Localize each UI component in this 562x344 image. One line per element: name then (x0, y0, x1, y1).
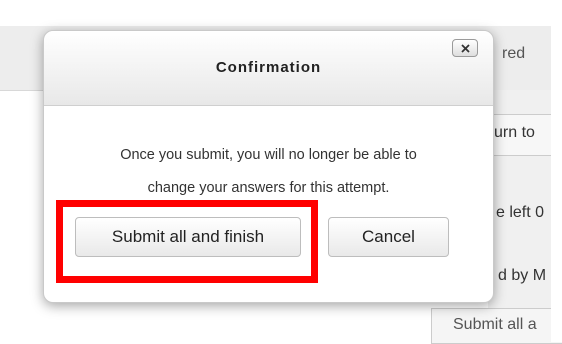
submit-all-background-button[interactable]: Submit all a (431, 308, 562, 344)
return-to-attempt-label: urn to (494, 124, 535, 141)
time-left-text: e left 0 (496, 204, 545, 221)
submitted-by-text: d by M (498, 267, 547, 284)
cancel-button[interactable]: Cancel (328, 217, 449, 257)
dialog-message-line-2: change your answers for this attempt. (147, 180, 390, 196)
page-right-margin (551, 0, 562, 342)
quiz-page: red urn to e left 0 d by M Submit all a … (0, 0, 562, 344)
dialog-title: Confirmation (215, 59, 322, 76)
close-button[interactable] (452, 39, 478, 57)
submit-all-background-label: Submit all a (453, 316, 537, 333)
page-header-text: red (502, 45, 526, 62)
close-icon (461, 44, 470, 53)
highlight-box (56, 200, 318, 283)
dialog-header: Confirmation (44, 31, 493, 106)
dialog-message-line-1: Once you submit, you will no longer be a… (120, 147, 417, 163)
